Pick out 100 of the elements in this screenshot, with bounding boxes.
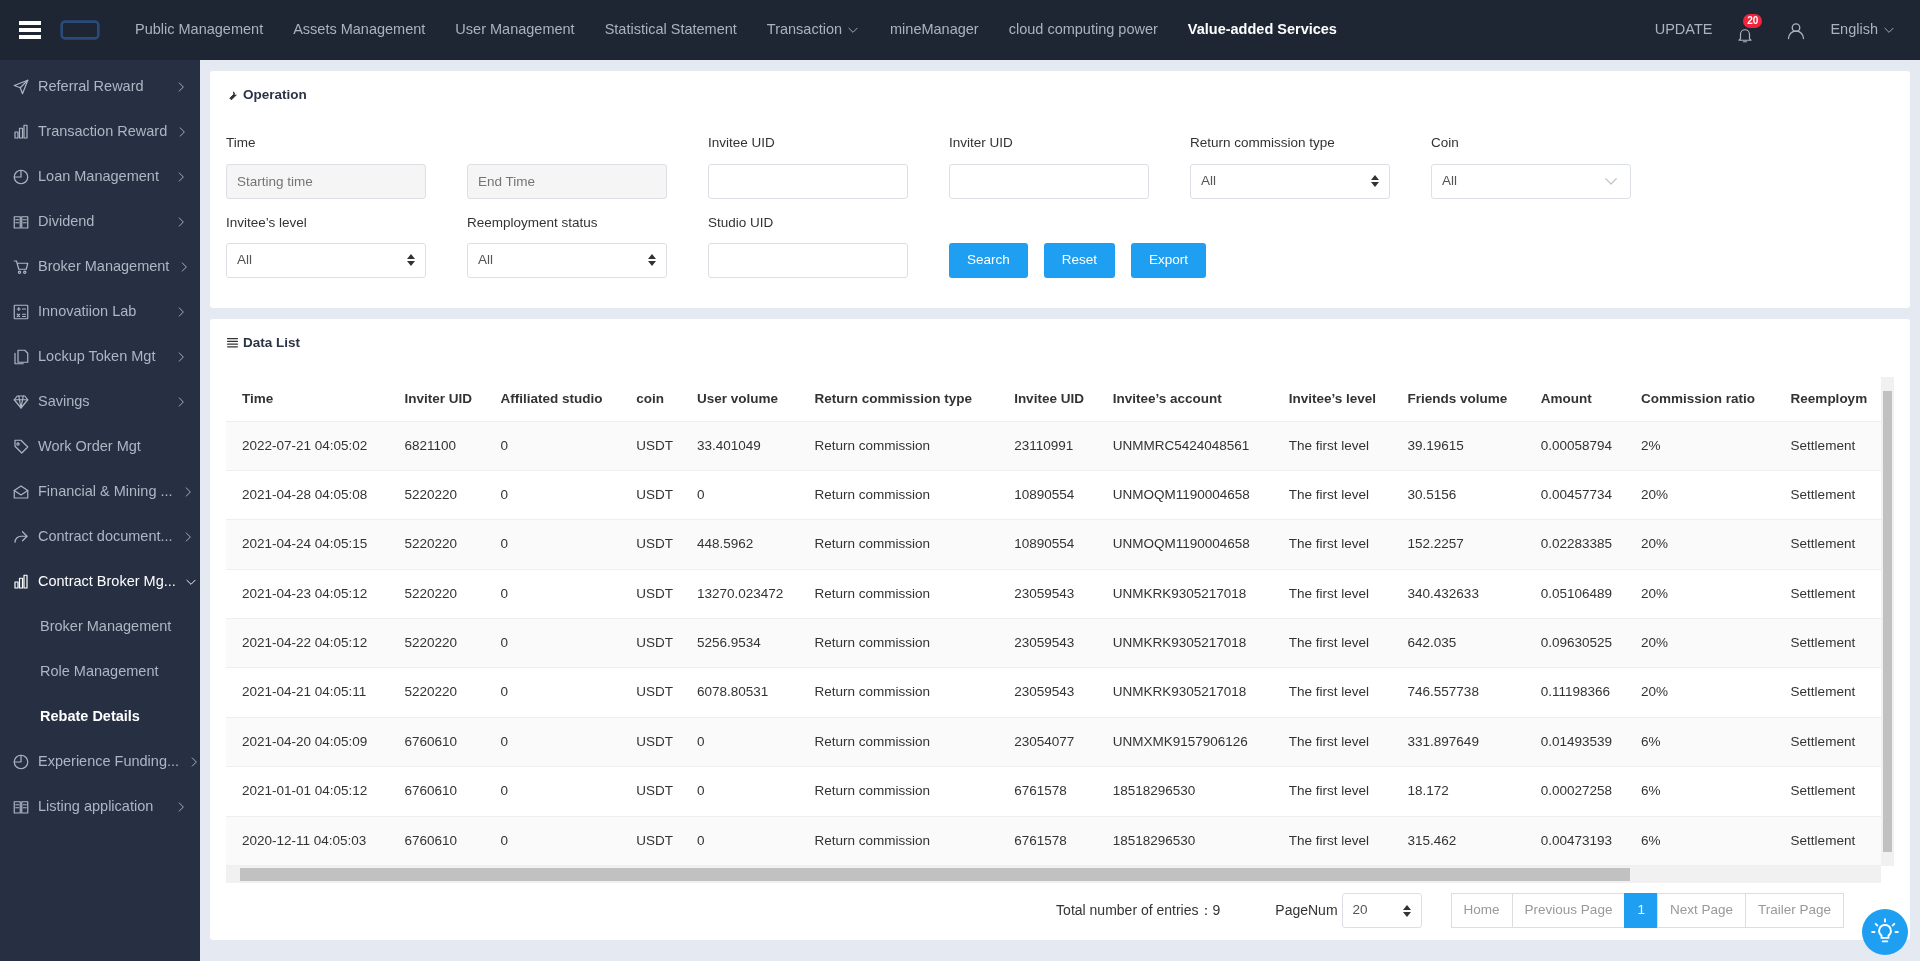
sidebar-item[interactable]: Financial & Mining ...	[0, 469, 200, 514]
sidebar-item[interactable]: Contract document...	[0, 514, 200, 559]
table-cell: 6821100	[388, 421, 485, 471]
nav-link[interactable]: Assets Management	[278, 19, 441, 41]
date-field[interactable]: End Time	[467, 163, 667, 199]
column-header: Amount	[1524, 377, 1626, 421]
update-link[interactable]: UPDATE	[1654, 19, 1713, 41]
bar-chart-icon	[12, 572, 30, 591]
select-field[interactable]: All	[1190, 163, 1390, 199]
table-cell: 23059543	[998, 667, 1097, 718]
table-cell: USDT	[620, 470, 681, 520]
language-dropdown[interactable]: English	[1830, 19, 1896, 41]
table-cell: 5220220	[388, 519, 485, 570]
table-cell: 2021-04-24 04:05:15	[226, 519, 389, 570]
column-header: Inviter UID	[388, 377, 485, 421]
table-cell: 6%	[1625, 717, 1775, 767]
select-field[interactable]: All	[1431, 163, 1631, 199]
table-cell: USDT	[620, 618, 681, 668]
total-entries: Total number of entries：9	[1056, 901, 1221, 920]
nav-link[interactable]: Transaction	[751, 19, 876, 41]
sidebar-subitem[interactable]: Role Management	[0, 649, 200, 694]
sidebar-item[interactable]: Contract Broker Mg...	[0, 559, 200, 604]
table-cell: 0	[484, 816, 621, 866]
input-field[interactable]	[708, 242, 908, 278]
table-cell: Return commission	[798, 421, 999, 471]
calculator-icon	[12, 302, 30, 321]
table-cell: 18.172	[1391, 766, 1525, 816]
sort-caret-icon	[1402, 904, 1411, 917]
table-cell: USDT	[620, 667, 681, 718]
nav-link[interactable]: Statistical Statement	[589, 19, 752, 41]
column-header: Commission ratio	[1625, 377, 1775, 421]
sidebar-item[interactable]: Lockup Token Mgt	[0, 334, 200, 379]
sidebar-item[interactable]: Dividend	[0, 199, 200, 244]
table-cell: 0	[484, 766, 621, 816]
help-button[interactable]	[1862, 909, 1908, 955]
field-label: Time	[226, 134, 257, 153]
table-cell: 18518296530	[1096, 816, 1273, 866]
table-cell: 0	[484, 717, 621, 767]
field-label: Studio UID	[708, 213, 775, 232]
table-cell: 13270.023472	[680, 569, 799, 619]
sidebar-item[interactable]: Referral Reward	[0, 64, 200, 109]
sidebar-item[interactable]: Listing application	[0, 784, 200, 829]
table-cell: 2021-04-21 04:05:11	[226, 667, 389, 718]
table-cell: 23059543	[998, 569, 1097, 619]
nav-link[interactable]: User Management	[440, 19, 590, 41]
table-cell: 20%	[1625, 569, 1775, 619]
table-cell: 0.02283385	[1524, 519, 1626, 570]
table-cell: Return commission	[798, 717, 999, 767]
table-cell: Return commission	[798, 766, 999, 816]
table-cell: 0	[484, 618, 621, 668]
sidebar-item[interactable]: Work Order Mgt	[0, 424, 200, 469]
table-cell: 5220220	[388, 569, 485, 619]
vertical-scrollbar[interactable]	[1881, 377, 1894, 866]
column-header: Invitee UID	[998, 377, 1097, 421]
sidebar-subitem[interactable]: Rebate Details	[0, 694, 200, 739]
table-cell: 2021-04-28 04:05:08	[226, 470, 389, 520]
horizontal-scrollbar[interactable]	[226, 866, 1881, 883]
table-cell: 2021-01-01 04:05:12	[226, 766, 389, 816]
notifications-button[interactable]: 20	[1736, 14, 1763, 46]
table-cell: 30.5156	[1391, 470, 1525, 520]
input-field[interactable]	[708, 163, 908, 199]
sidebar-item[interactable]: Innovatiion Lab	[0, 289, 200, 334]
nav-link[interactable]: Value-added Services	[1172, 19, 1352, 41]
sidebar-item[interactable]: Transaction Reward	[0, 109, 200, 154]
panel-title: Operation	[243, 86, 307, 104]
nav-link[interactable]: cloud computing power	[993, 19, 1173, 41]
page-size-label: PageNum	[1275, 901, 1338, 920]
table-cell: UNMXMK9157906126	[1096, 717, 1273, 767]
sidebar-subitem[interactable]: Broker Management	[0, 604, 200, 649]
table-cell: 6%	[1625, 816, 1775, 866]
column-header: Affiliated studio	[484, 377, 621, 421]
table-cell: UNMKRK9305217018	[1096, 667, 1273, 718]
sort-caret-icon	[1371, 175, 1379, 187]
tag-icon	[12, 437, 30, 456]
table-cell: 0	[484, 421, 621, 471]
list-icon	[226, 336, 239, 350]
select-field[interactable]: All	[226, 242, 426, 278]
table-cell: UNMOQM1190004658	[1096, 519, 1273, 570]
input-field[interactable]	[949, 163, 1149, 199]
table-cell: 20%	[1625, 470, 1775, 520]
table-cell: UNMMRC5424048561	[1096, 421, 1273, 471]
table-cell: Return commission	[798, 816, 999, 866]
cart-icon	[12, 257, 30, 276]
table-cell: 6760610	[388, 816, 485, 866]
nav-link[interactable]: mineManager	[875, 19, 994, 41]
select-field[interactable]: All	[467, 242, 667, 278]
table-cell: 0	[680, 717, 799, 767]
table-cell: 0.01493539	[1524, 717, 1626, 767]
page-size-select[interactable]: 20	[1341, 893, 1422, 928]
date-field[interactable]: Starting time	[226, 163, 426, 199]
table-cell: 0	[484, 470, 621, 520]
sidebar-item[interactable]: Broker Management	[0, 244, 200, 289]
table-cell: 2021-04-22 04:05:12	[226, 618, 389, 668]
table-cell: The first level	[1272, 816, 1392, 866]
sidebar-item[interactable]: Savings	[0, 379, 200, 424]
sidebar-item[interactable]: Loan Management	[0, 154, 200, 199]
nav-link[interactable]: Public Management	[120, 19, 279, 41]
sidebar-item[interactable]: Experience Funding...	[0, 739, 200, 784]
table-cell: The first level	[1272, 618, 1392, 668]
table-cell: 2020-12-11 04:05:03	[226, 816, 389, 866]
